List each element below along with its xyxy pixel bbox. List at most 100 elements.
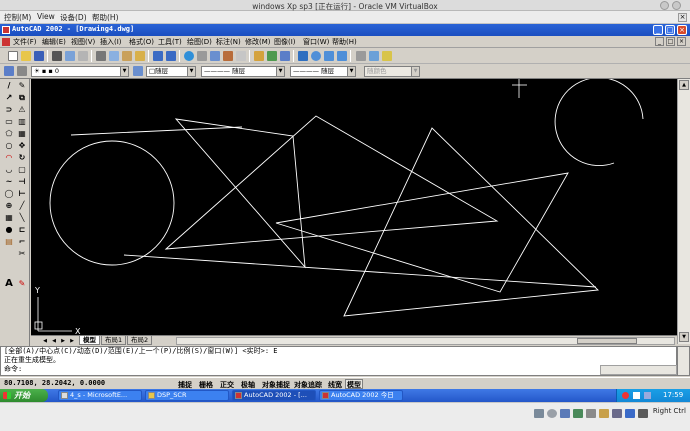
tray-antivirus-icon[interactable] [622, 392, 629, 399]
layer-previous-icon[interactable] [133, 66, 143, 76]
distance-icon[interactable] [223, 51, 233, 61]
multiline-text-icon[interactable]: A [4, 279, 14, 289]
extend-icon[interactable]: ╲ [17, 213, 27, 223]
zoom-realtime-icon[interactable] [311, 51, 321, 61]
rotate-icon[interactable]: ↻ [17, 153, 27, 163]
rectangle-icon[interactable]: ▭ [4, 117, 14, 127]
offset-icon[interactable]: ▥ [17, 117, 27, 127]
designcenter-icon[interactable] [254, 51, 264, 61]
cut-icon[interactable] [96, 51, 106, 61]
vbox-menu-control[interactable]: 控制(M) [4, 12, 31, 23]
move-icon[interactable]: ✥ [17, 141, 27, 151]
point-icon[interactable]: ● [4, 225, 14, 235]
layer-manager-icon[interactable] [4, 66, 14, 76]
vbox-menu-view[interactable]: View [37, 12, 55, 21]
menu-tools[interactable]: 工具(T) [158, 37, 182, 47]
floppy-icon[interactable] [560, 409, 570, 418]
redo-icon[interactable] [166, 51, 176, 61]
acad-minimize-button[interactable]: _ [653, 25, 663, 35]
vertical-scrollbar[interactable]: ▲ ▼ [677, 79, 690, 344]
menu-file[interactable]: 文件(F) [13, 37, 37, 47]
lineweight-dropdown[interactable]: ———— 随层 ▼ [290, 66, 356, 77]
doc-close-button[interactable]: × [677, 37, 686, 46]
erase-icon[interactable]: ✎ [17, 81, 27, 91]
line-icon[interactable]: / [4, 81, 14, 91]
scroll-up-icon[interactable]: ▲ [679, 80, 689, 90]
menu-dimension[interactable]: 标注(N) [216, 37, 241, 47]
mirror-icon[interactable]: ⚠ [17, 105, 27, 115]
zoom-window-icon[interactable] [324, 51, 334, 61]
vbox-menu-devices[interactable]: 设备(D) [60, 12, 87, 23]
capture-icon[interactable] [625, 409, 635, 418]
paste-icon[interactable] [122, 51, 132, 61]
color-dropdown[interactable]: □随层 ▼ [146, 66, 196, 77]
keyboard-icon[interactable] [638, 409, 648, 418]
tab-prev-icon[interactable]: ◀ [50, 337, 58, 345]
osnap-toggle[interactable]: 对象捕捉 [260, 379, 292, 389]
shared-folder-icon[interactable] [599, 409, 609, 418]
arc-icon[interactable]: ◠ [4, 153, 14, 163]
tab-first-icon[interactable]: ◀ [41, 337, 49, 345]
properties-icon[interactable] [267, 51, 277, 61]
menu-view[interactable]: 视图(V) [71, 37, 95, 47]
spell-check-icon[interactable] [78, 51, 88, 61]
polar-toggle[interactable]: 极轴 [239, 379, 257, 389]
today-icon[interactable] [356, 51, 366, 61]
menu-modify[interactable]: 修改(M) [245, 37, 271, 47]
tab-layout1[interactable]: 布局1 [101, 336, 127, 345]
tray-volume-icon[interactable] [644, 392, 651, 399]
command-vertical-scrollbar[interactable] [677, 346, 690, 376]
ucs-icon[interactable] [210, 51, 220, 61]
layers-icon[interactable] [280, 51, 290, 61]
doc-restore-button[interactable]: □ [666, 37, 675, 46]
print-icon[interactable] [52, 51, 62, 61]
horizontal-scroll-thumb[interactable] [577, 338, 637, 344]
menu-window[interactable]: 窗口(W) [303, 37, 329, 47]
menu-insert[interactable]: 插入(I) [100, 37, 122, 47]
grid-toggle[interactable]: 栅格 [197, 379, 215, 389]
polygon-icon[interactable]: ⬠ [4, 129, 14, 139]
network-adapter-icon[interactable] [573, 409, 583, 418]
redraw-icon[interactable] [236, 51, 246, 61]
command-prompt[interactable]: 命令: [4, 365, 676, 374]
command-horizontal-scrollbar[interactable] [600, 365, 677, 375]
snap-from-icon[interactable] [197, 51, 207, 61]
make-current-layer-icon[interactable] [17, 66, 27, 76]
construction-line-icon[interactable]: ↗ [4, 93, 14, 103]
model-space-toggle[interactable]: 模型 [345, 379, 363, 389]
otrack-toggle[interactable]: 对象追踪 [292, 379, 324, 389]
tab-model[interactable]: 模型 [79, 336, 100, 345]
menu-help[interactable]: 帮助(H) [332, 37, 357, 47]
help-icon[interactable] [382, 51, 392, 61]
ellipse-icon[interactable]: ◯ [4, 189, 14, 199]
trim-icon[interactable]: ╱ [17, 201, 27, 211]
menu-format[interactable]: 格式(O) [129, 37, 154, 47]
explode-icon[interactable]: ✎ [17, 279, 27, 289]
taskbar-item-autocad[interactable]: AutoCAD 2002 - [... [232, 390, 316, 401]
tab-layout2[interactable]: 布局2 [127, 336, 153, 345]
stretch-icon[interactable]: ⊣ [17, 177, 27, 187]
zoom-previous-icon[interactable] [337, 51, 347, 61]
tab-last-icon[interactable]: ▶ [68, 337, 76, 345]
taskbar-item-browser[interactable]: 4_s - MicrosoftE... [58, 390, 142, 401]
lengthen-icon[interactable]: ⊢ [17, 189, 27, 199]
insert-block-icon[interactable]: ⊕ [4, 201, 14, 211]
optical-drive-icon[interactable] [547, 409, 557, 418]
lineweight-toggle[interactable]: 线宽 [326, 379, 344, 389]
vbox-menu-close-icon[interactable]: × [678, 13, 687, 22]
usb-icon[interactable] [586, 409, 596, 418]
drawing-canvas[interactable]: Y X [31, 79, 677, 335]
chamfer-icon[interactable]: ⌐ [17, 237, 27, 247]
polyline-icon[interactable]: ⊃ [4, 105, 14, 115]
tray-network-icon[interactable] [633, 392, 640, 399]
calculator-icon[interactable] [369, 51, 379, 61]
spline-icon[interactable]: ~ [4, 177, 14, 187]
break-icon[interactable]: ⊏ [17, 225, 27, 235]
menu-edit[interactable]: 编辑(E) [42, 37, 66, 47]
copy-icon[interactable] [109, 51, 119, 61]
layer-dropdown[interactable]: ☀ ▪ ▪ 0 ▼ [31, 66, 129, 77]
vbox-menu-help[interactable]: 帮助(H) [92, 12, 119, 23]
new-file-icon[interactable] [8, 51, 18, 61]
menu-draw[interactable]: 绘图(D) [187, 37, 212, 47]
taskbar-item-folder[interactable]: DSP_SCR [145, 390, 229, 401]
